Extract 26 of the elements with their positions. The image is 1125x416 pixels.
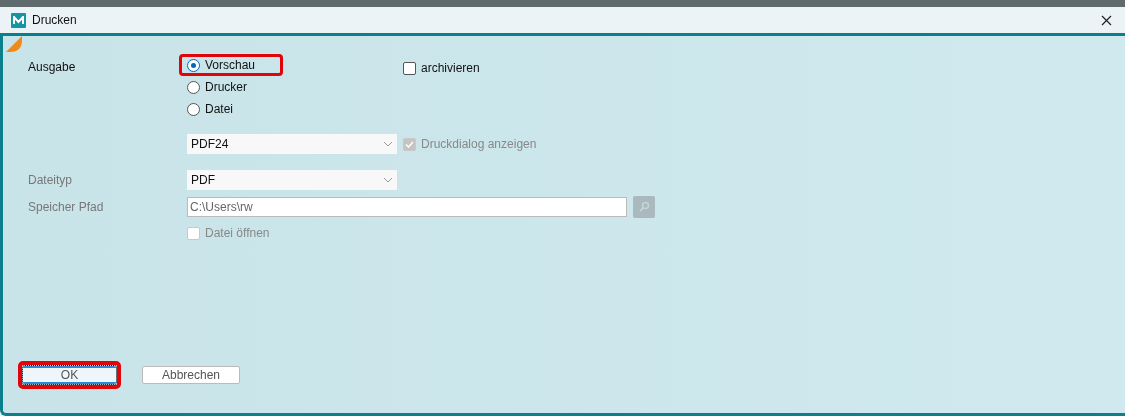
- path-field[interactable]: C:\Users\rw: [187, 197, 627, 217]
- chevron-down-icon: [383, 141, 393, 147]
- radio-label: Vorschau: [205, 57, 256, 74]
- radio-button[interactable]: [187, 58, 200, 72]
- file-type-select[interactable]: PDF: [187, 170, 397, 190]
- search-icon: [638, 201, 650, 213]
- field-label: Speicher Pfad: [28, 199, 105, 216]
- window-title: Drucken: [32, 12, 77, 29]
- check-icon: [405, 139, 414, 149]
- checkbox[interactable]: [403, 61, 416, 75]
- radio-button[interactable]: [187, 80, 200, 94]
- radio-button[interactable]: [187, 102, 200, 116]
- dialog-button[interactable]: OK: [23, 366, 116, 384]
- close-icon: [1100, 14, 1112, 26]
- corner-tab-icon: [6, 36, 22, 52]
- checkbox-label: Druckdialog anzeigen: [421, 136, 537, 153]
- radio-label: Datei: [205, 101, 233, 118]
- checkbox-label: Datei öffnen: [205, 225, 270, 242]
- chevron-down-icon: [383, 177, 393, 183]
- printer-select[interactable]: PDF24: [187, 134, 397, 154]
- checkbox-label: archivieren: [421, 60, 480, 77]
- radio-label: Drucker: [205, 79, 247, 96]
- dialog-button[interactable]: Abbrechen: [142, 366, 240, 384]
- field-label: Ausgabe: [28, 59, 77, 76]
- app-logo-icon: [11, 12, 26, 28]
- field-label: Dateityp: [28, 172, 74, 189]
